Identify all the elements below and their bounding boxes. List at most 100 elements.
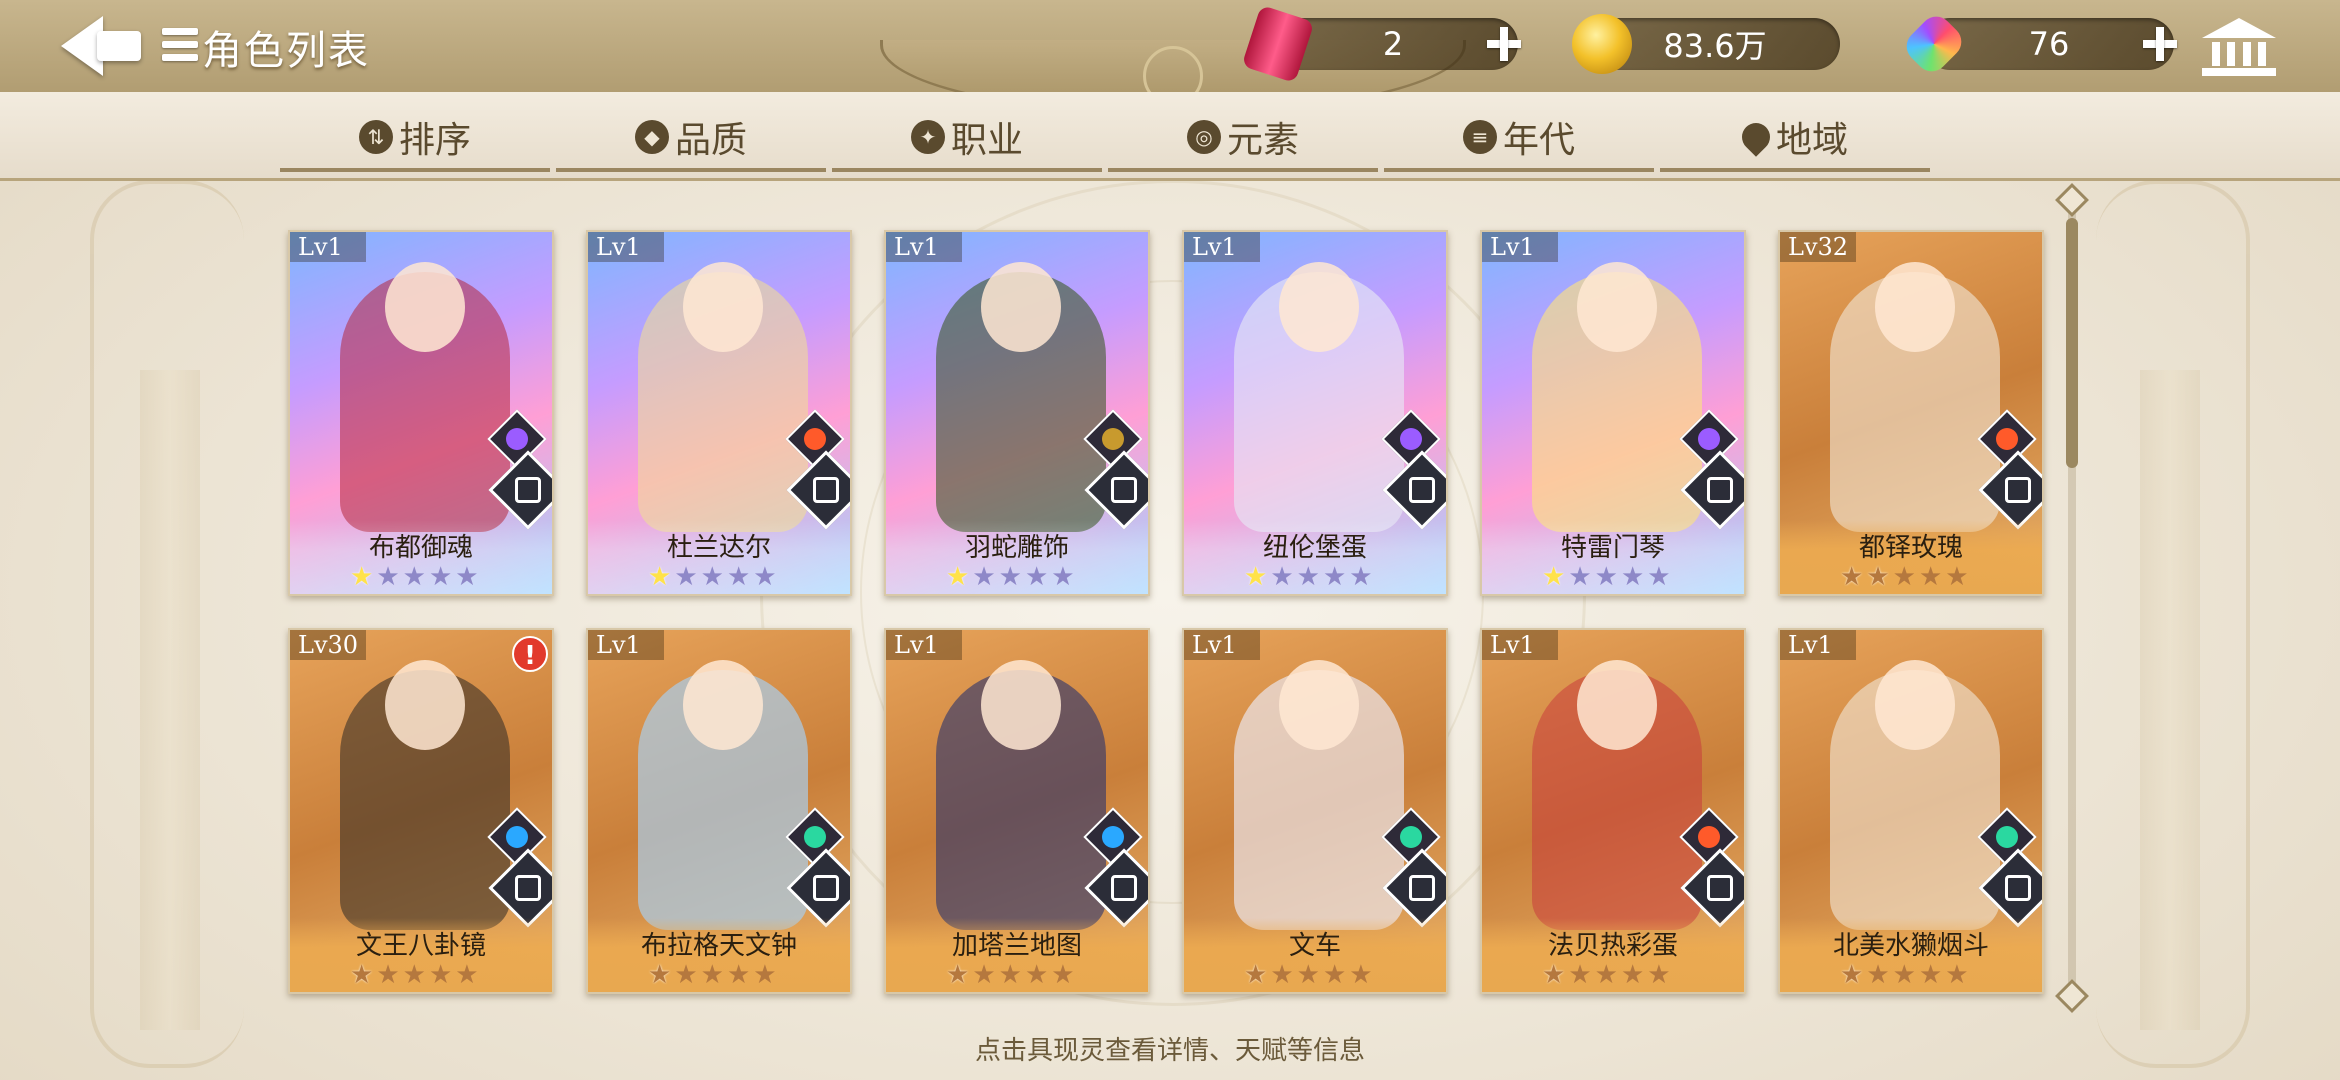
star-empty-icon: ★: [726, 562, 751, 592]
filter-bar: ⇅ 排序 ◆ 品质 ✦ 职业 ◎ 元素 ≡ 年代 地域: [0, 92, 2340, 181]
filter-element-label: 元素: [1226, 120, 1299, 161]
character-name: 纽伦堡蛋: [1262, 533, 1367, 563]
character-card[interactable]: Lv1 纽伦堡蛋 ★ ★ ★ ★ ★: [1182, 230, 1448, 596]
star-empty-icon: ★: [972, 960, 996, 990]
filter-class[interactable]: ✦ 职业: [832, 106, 1102, 172]
star-rating: ★ ★ ★ ★ ★: [946, 962, 1075, 988]
back-button[interactable]: [56, 14, 146, 78]
bank-icon[interactable]: [2202, 18, 2276, 80]
filter-region-label: 地域: [1775, 120, 1848, 161]
star-empty-icon: ★: [1594, 562, 1618, 592]
currency-gem: 76: [1900, 10, 2177, 78]
star-empty-icon: ★: [1270, 562, 1294, 592]
star-filled-icon: ★: [350, 960, 374, 990]
top-bar: 角色列表 2 83.6万 76: [0, 0, 2340, 115]
star-empty-icon: ★: [428, 960, 453, 990]
character-card[interactable]: Lv1 特雷门琴 ★ ★ ★ ★ ★: [1480, 230, 1746, 596]
star-empty-icon: ★: [700, 960, 724, 990]
star-empty-icon: ★: [376, 562, 400, 592]
back-tail-icon: [97, 31, 141, 61]
filter-region[interactable]: 地域: [1660, 106, 1930, 172]
level-label: Lv1: [886, 630, 962, 660]
star-rating: ★ ★ ★ ★ ★: [648, 962, 777, 988]
currency-soda-value: 2: [1382, 25, 1404, 63]
star-empty-icon: ★: [402, 562, 426, 592]
character-card[interactable]: Lv1 布拉格天文钟 ★ ★ ★ ★ ★: [586, 628, 852, 994]
star-rating: ★ ★ ★ ★ ★: [350, 564, 479, 590]
character-card[interactable]: Lv30! 文王八卦镜 ★ ★ ★ ★ ★: [288, 628, 554, 994]
filter-era[interactable]: ≡ 年代: [1384, 106, 1654, 172]
character-card[interactable]: Lv1 羽蛇雕饰 ★ ★ ★ ★ ★: [884, 230, 1150, 596]
star-empty-icon: ★: [998, 960, 1022, 990]
left-pillar-ornament: [140, 370, 200, 1030]
sort-icon: ⇅: [358, 120, 393, 154]
scrollbar-thumb[interactable]: [2066, 218, 2078, 468]
filter-quality[interactable]: ◆ 品质: [556, 106, 826, 172]
star-empty-icon: ★: [700, 562, 724, 592]
character-card[interactable]: Lv1 北美水獭烟斗 ★ ★ ★ ★ ★: [1778, 628, 2044, 994]
page-title: 角色列表: [202, 28, 370, 74]
star-rating: ★ ★ ★ ★ ★: [350, 962, 479, 988]
character-name: 布都御魂: [368, 533, 473, 563]
character-name: 加塔兰地图: [951, 931, 1082, 961]
currency-soda: 2: [1241, 4, 1521, 84]
level-label: Lv1: [1184, 630, 1260, 660]
star-rating: ★ ★ ★ ★ ★: [1840, 962, 1969, 988]
level-label: Lv1: [1482, 630, 1558, 660]
add-gem-button[interactable]: [2138, 22, 2182, 66]
star-empty-icon: ★: [674, 960, 698, 990]
star-empty-icon: ★: [1024, 562, 1049, 592]
star-empty-icon: ★: [753, 562, 777, 592]
add-soda-button[interactable]: [1482, 22, 1526, 66]
star-empty-icon: ★: [1866, 960, 1890, 990]
star-rating: ★ ★ ★ ★ ★: [1244, 564, 1373, 590]
character-card[interactable]: Lv1 文车 ★ ★ ★ ★ ★: [1182, 628, 1448, 994]
level-label: Lv30: [290, 630, 367, 660]
character-name: 文王八卦镜: [355, 931, 486, 961]
character-name: 杜兰达尔: [666, 533, 771, 563]
character-card[interactable]: Lv1 加塔兰地图 ★ ★ ★ ★ ★: [884, 628, 1150, 994]
level-label: Lv1: [588, 630, 664, 660]
star-filled-icon: ★: [350, 562, 374, 592]
star-empty-icon: ★: [1051, 960, 1075, 990]
star-empty-icon: ★: [1647, 562, 1671, 592]
element-icon: ◎: [1186, 120, 1221, 154]
level-label: Lv1: [1482, 232, 1558, 262]
filter-sort[interactable]: ⇅ 排序: [280, 106, 550, 172]
star-empty-icon: ★: [1647, 960, 1671, 990]
star-rating: ★ ★ ★ ★ ★: [648, 564, 777, 590]
location-pin-icon: [1736, 117, 1776, 157]
level-label: Lv1: [290, 232, 366, 262]
star-rating: ★ ★ ★ ★ ★: [1244, 962, 1373, 988]
character-card[interactable]: Lv1 布都御魂 ★ ★ ★ ★ ★: [288, 230, 554, 596]
star-empty-icon: ★: [1051, 562, 1075, 592]
star-empty-icon: ★: [674, 562, 698, 592]
star-filled-icon: ★: [946, 960, 970, 990]
star-rating: ★ ★ ★ ★ ★: [946, 564, 1075, 590]
character-name: 都铎玫瑰: [1858, 533, 1963, 563]
character-name: 特雷门琴: [1560, 533, 1665, 563]
star-empty-icon: ★: [726, 960, 751, 990]
star-empty-icon: ★: [1594, 960, 1618, 990]
class-icon: ✦: [910, 120, 945, 154]
character-name: 布拉格天文钟: [640, 931, 797, 961]
star-filled-icon: ★: [946, 562, 970, 592]
list-menu-icon: [162, 28, 198, 62]
star-filled-icon: ★: [1840, 562, 1864, 592]
hint-text: 点击具现灵查看详情、天赋等信息: [974, 1036, 1365, 1066]
rainbow-gem-icon: [1900, 10, 1968, 78]
star-filled-icon: ★: [1542, 960, 1566, 990]
character-name: 法贝热彩蛋: [1547, 931, 1678, 961]
star-empty-icon: ★: [1892, 562, 1916, 592]
star-filled-icon: ★: [1244, 562, 1268, 592]
filter-element[interactable]: ◎ 元素: [1108, 106, 1378, 172]
character-card[interactable]: Lv1 杜兰达尔 ★ ★ ★ ★ ★: [586, 230, 852, 596]
filter-sort-label: 排序: [398, 120, 471, 161]
character-name: 北美水獭烟斗: [1832, 931, 1989, 961]
right-pillar-ornament: [2140, 370, 2200, 1030]
character-card[interactable]: Lv1 法贝热彩蛋 ★ ★ ★ ★ ★: [1480, 628, 1746, 994]
star-empty-icon: ★: [1568, 562, 1592, 592]
era-icon: ≡: [1462, 120, 1497, 154]
star-filled-icon: ★: [1542, 562, 1566, 592]
character-card[interactable]: Lv32 都铎玫瑰 ★ ★ ★ ★ ★: [1778, 230, 2044, 596]
